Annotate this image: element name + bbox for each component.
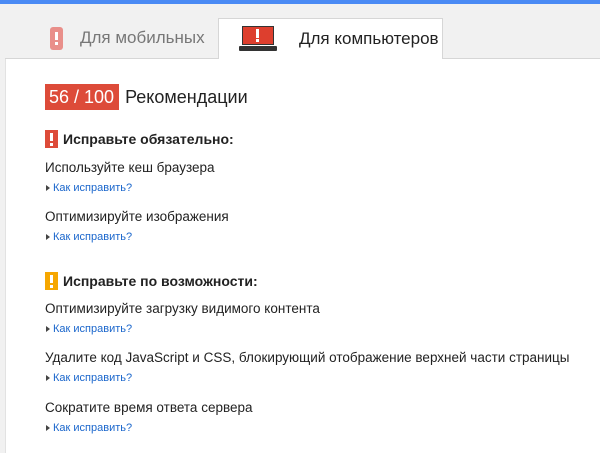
how-to-fix-link[interactable]: Как исправить? <box>46 323 132 335</box>
how-to-fix-link-text: Как исправить? <box>53 422 133 434</box>
should-fix-heading-text: Исправьте по возможности: <box>63 273 258 289</box>
how-to-fix-link-text: Как исправить? <box>53 323 133 335</box>
how-to-fix-link[interactable]: Как исправить? <box>46 422 132 434</box>
triangle-right-icon <box>46 425 50 431</box>
rule-title: Сократите время ответа сервера <box>45 400 253 415</box>
tab-desktop-label: Для компьютеров <box>299 29 439 48</box>
rule-title: Удалите код JavaScript и CSS, блокирующи… <box>45 350 570 365</box>
top-accent-line <box>0 0 600 4</box>
rule-title: Оптимизируйте загрузку видимого контента <box>45 301 320 316</box>
exclamation-icon <box>45 272 58 290</box>
monitor-icon <box>239 26 277 52</box>
phone-icon <box>50 26 63 50</box>
must-fix-heading-text: Исправьте обязательно: <box>63 131 234 147</box>
tab-desktop[interactable]: Для компьютеров <box>218 18 443 59</box>
score-title: Рекомендации <box>125 86 248 107</box>
how-to-fix-link-text: Как исправить? <box>53 231 133 243</box>
score-header: 56 / 100 Рекомендации <box>45 84 248 110</box>
rule-title: Оптимизируйте изображения <box>45 209 229 224</box>
how-to-fix-link[interactable]: Как исправить? <box>46 372 132 384</box>
left-margin-divider <box>5 58 6 453</box>
how-to-fix-link[interactable]: Как исправить? <box>46 231 132 243</box>
exclamation-icon <box>45 130 58 148</box>
tab-mobile[interactable]: Для мобильных <box>20 18 216 58</box>
how-to-fix-link-text: Как исправить? <box>53 372 133 384</box>
must-fix-heading: Исправьте обязательно: <box>45 130 234 148</box>
score-badge: 56 / 100 <box>45 84 120 110</box>
triangle-right-icon <box>46 326 50 332</box>
triangle-right-icon <box>46 375 50 381</box>
should-fix-heading: Исправьте по возможности: <box>45 272 258 290</box>
triangle-right-icon <box>46 234 50 240</box>
how-to-fix-link-text: Как исправить? <box>53 182 133 194</box>
triangle-right-icon <box>46 185 50 191</box>
rule-title: Используйте кеш браузера <box>45 160 215 175</box>
tab-mobile-label: Для мобильных <box>80 28 205 47</box>
how-to-fix-link[interactable]: Как исправить? <box>46 182 132 194</box>
